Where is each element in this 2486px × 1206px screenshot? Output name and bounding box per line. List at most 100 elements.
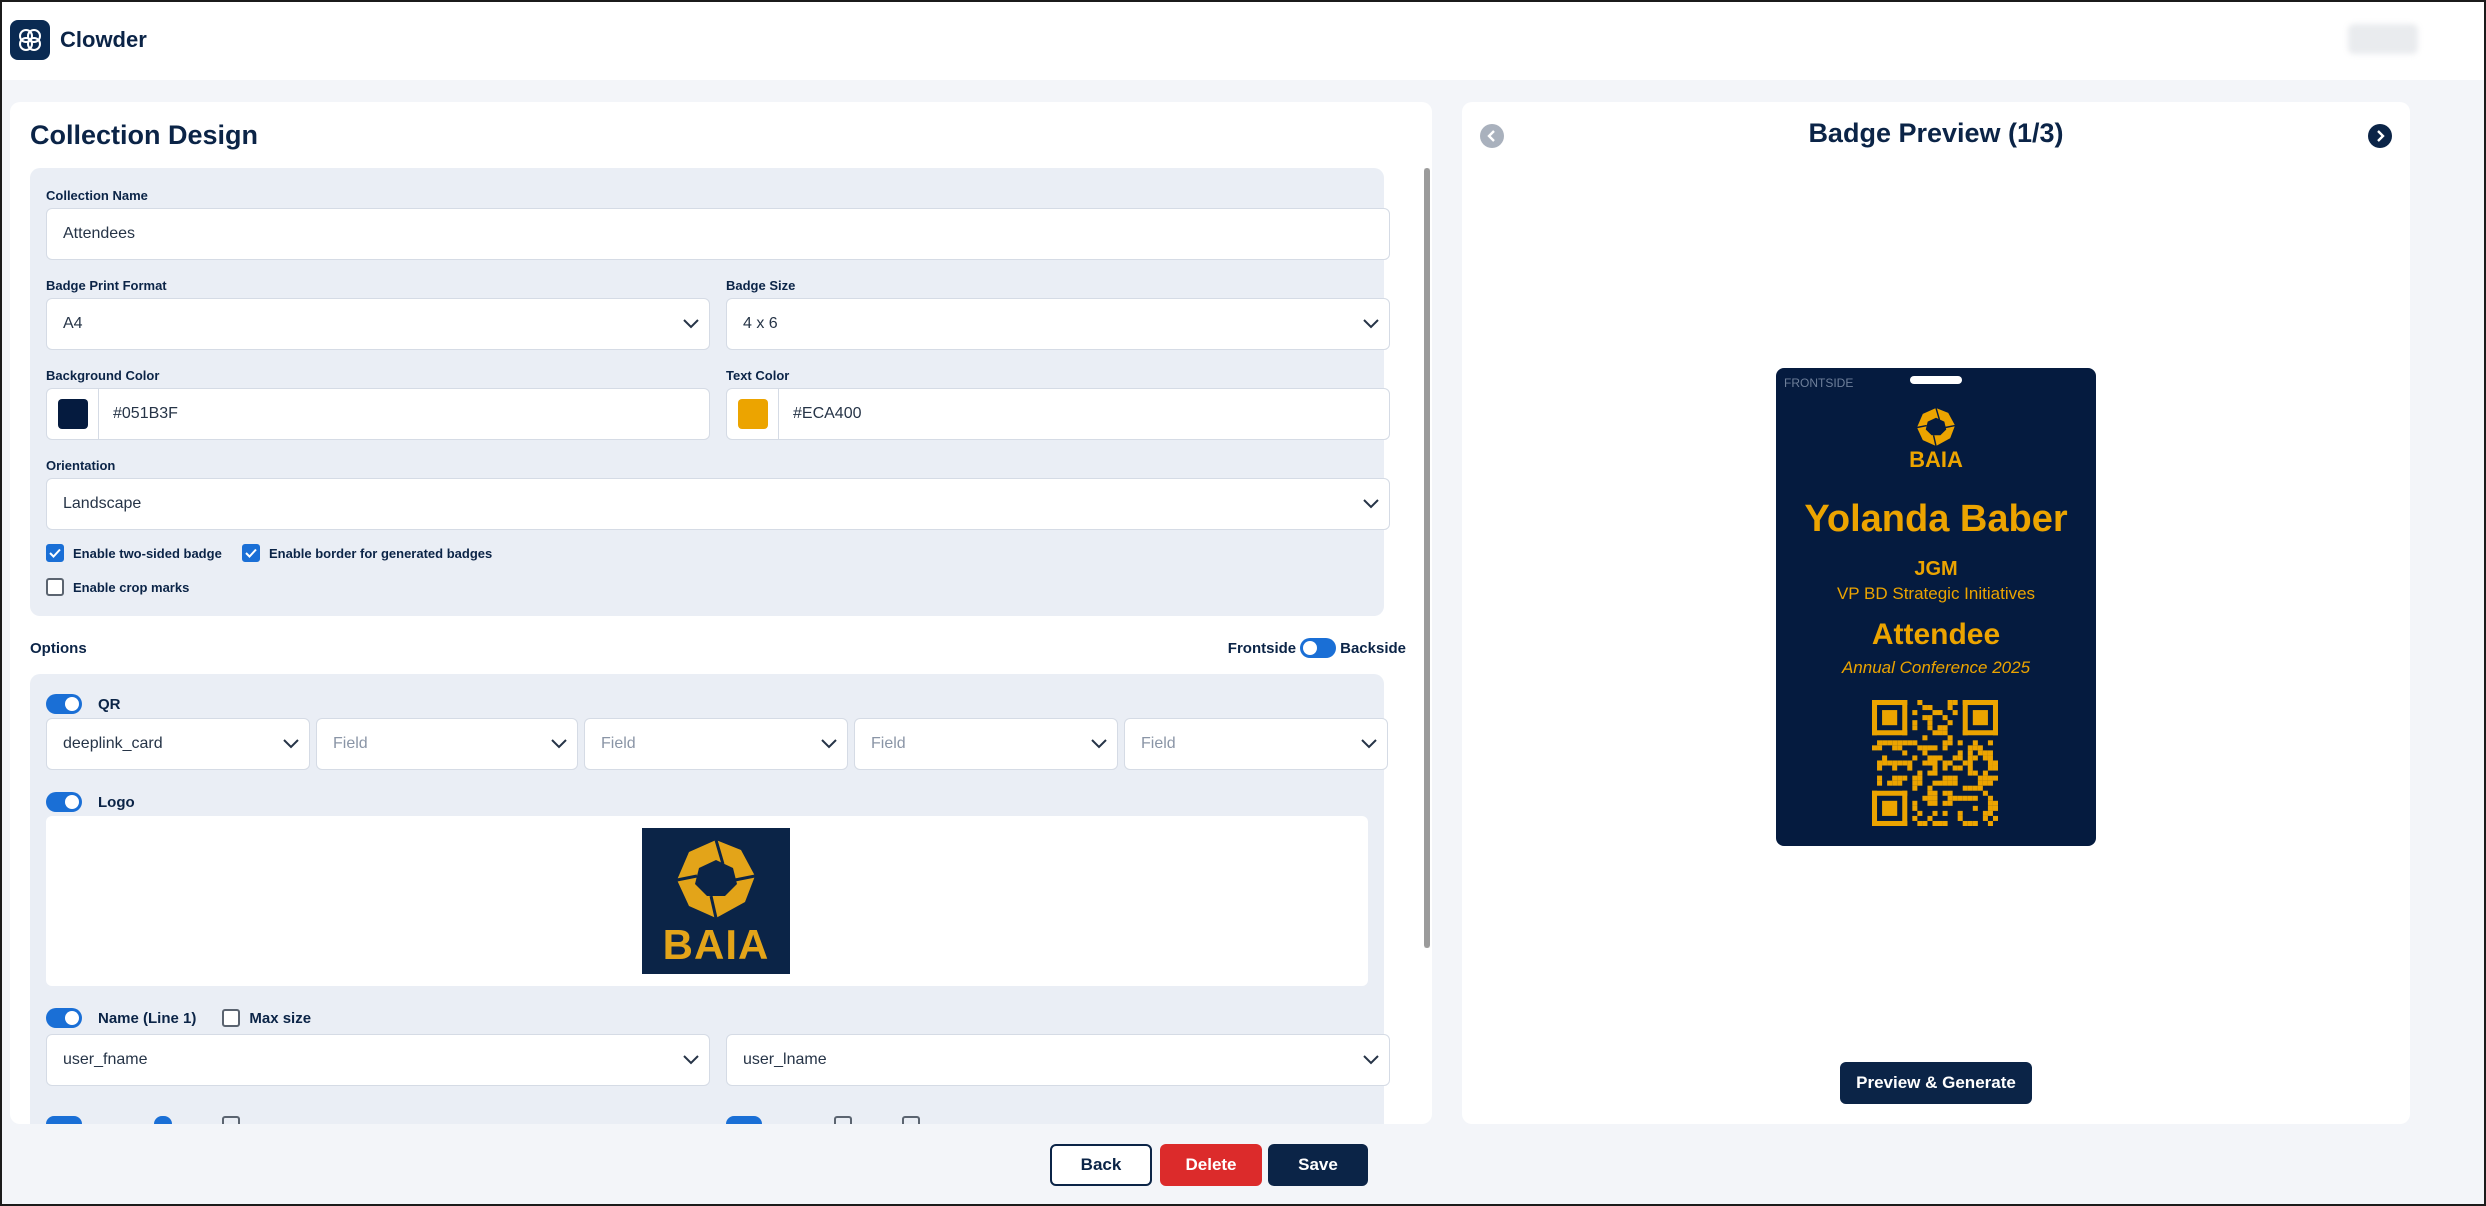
badge-role: Attendee	[1871, 618, 2001, 651]
baia-emblem-icon	[1916, 407, 1956, 447]
collection-name-input[interactable]: Attendees	[46, 208, 1390, 260]
general-settings-section: Collection Name Attendees Badge Print Fo…	[30, 168, 1390, 616]
chevron-down-icon	[273, 739, 309, 749]
side-toggle[interactable]	[1300, 638, 1337, 658]
qr-field-3-value: Field	[601, 735, 636, 752]
qr-field-4-value: Field	[871, 735, 906, 752]
clowder-logo-icon	[10, 20, 50, 60]
orientation-value: Landscape	[63, 495, 142, 512]
print-format-select[interactable]: A4	[46, 298, 710, 350]
name-first-field-select[interactable]: user_fname	[46, 1034, 710, 1086]
badge-size-select[interactable]: 4 x 6	[726, 298, 1390, 350]
frontside-label: Frontside	[1227, 639, 1297, 657]
chevron-right-icon	[2377, 130, 2385, 142]
chevron-down-icon	[1351, 739, 1387, 749]
backside-label: Backside	[1340, 639, 1406, 657]
next-checkbox-2[interactable]	[222, 1116, 240, 1124]
name-line1-toggle[interactable]	[46, 1008, 82, 1028]
background-color-label: Background Color	[46, 368, 160, 383]
logo-option: Logo	[46, 792, 135, 812]
save-button[interactable]: Save	[1268, 1144, 1368, 1186]
next-checkbox-3[interactable]	[834, 1116, 852, 1124]
back-button[interactable]: Back	[1050, 1144, 1152, 1186]
qr-option: QR	[46, 694, 121, 714]
badge-size-label: Badge Size	[726, 278, 796, 293]
next-checkbox-4[interactable]	[902, 1116, 920, 1124]
orientation-label: Orientation	[46, 458, 116, 473]
collection-name-value: Attendees	[63, 225, 136, 242]
two-sided-checkbox[interactable]: Enable two-sided badge	[46, 544, 222, 562]
chevron-down-icon	[1353, 1055, 1389, 1065]
badge-side-label: FRONTSIDE	[1784, 376, 1854, 390]
qr-field-1-select[interactable]: deeplink_card	[46, 718, 310, 770]
text-color-swatch	[737, 399, 768, 429]
text-color-value: #ECA400	[793, 405, 862, 422]
badge-preview-panel: Badge Preview (1/3) FRONTSIDE BAIA Yolan…	[1462, 102, 2410, 1124]
baia-logo-image: BAIA	[642, 828, 790, 974]
brand[interactable]: Clowder	[10, 20, 147, 60]
lanyard-slot	[1910, 376, 1962, 384]
baia-emblem-icon	[676, 839, 756, 919]
collection-design-panel: Collection Design Collection Name Attend…	[10, 102, 1432, 1124]
chevron-down-icon	[1081, 739, 1117, 749]
qr-toggle[interactable]	[46, 694, 82, 714]
background-color-value: #051B3F	[113, 405, 178, 422]
orientation-select[interactable]: Landscape	[46, 478, 1390, 530]
print-format-value: A4	[63, 315, 83, 332]
text-color-label: Text Color	[726, 368, 790, 383]
next-toggle-2[interactable]	[726, 1116, 762, 1124]
badge-company: JGM	[1914, 558, 1958, 580]
qr-field-2-select[interactable]: Field	[316, 718, 578, 770]
crop-marks-checkbox[interactable]: Enable crop marks	[46, 578, 189, 596]
badge-card: FRONTSIDE BAIA Yolanda Baber JGM VP BD S…	[1776, 368, 2096, 846]
next-checkbox[interactable]	[154, 1116, 172, 1124]
logo-upload-area[interactable]: BAIA	[46, 816, 1368, 986]
chevron-down-icon	[673, 1055, 709, 1065]
options-section: QR deeplink_card Field Field Field Field…	[30, 674, 1390, 1124]
badge-event: Annual Conference 2025	[1841, 658, 2031, 677]
name-line1-label: Name (Line 1)	[98, 1009, 197, 1027]
qr-field-5-select[interactable]: Field	[1124, 718, 1388, 770]
checkbox-unchecked-icon[interactable]	[46, 578, 64, 596]
preview-generate-button[interactable]: Preview & Generate	[1840, 1062, 2032, 1104]
border-checkbox[interactable]: Enable border for generated badges	[242, 544, 492, 562]
print-format-label: Badge Print Format	[46, 278, 167, 293]
prev-badge-button[interactable]	[1480, 124, 1504, 148]
user-menu[interactable]	[2348, 24, 2418, 54]
chevron-down-icon	[811, 739, 847, 749]
qr-field-1-value: deeplink_card	[63, 735, 163, 752]
preview-title: Badge Preview (1/3)	[1808, 118, 2064, 148]
name-first-field-value: user_fname	[63, 1051, 148, 1068]
text-color-input[interactable]: #ECA400	[726, 388, 1390, 440]
app-header: Clowder	[2, 2, 2484, 80]
crop-marks-label: Enable crop marks	[73, 579, 190, 595]
max-size-checkbox[interactable]	[222, 1009, 241, 1027]
qr-field-2-value: Field	[333, 735, 368, 752]
background-color-input[interactable]: #051B3F	[46, 388, 710, 440]
checkbox-checked-icon[interactable]	[46, 544, 64, 562]
side-switch[interactable]: Frontside Backside	[1228, 638, 1406, 658]
logo-toggle[interactable]	[46, 792, 82, 812]
page-title: Collection Design	[30, 120, 259, 150]
qr-field-5-value: Field	[1141, 735, 1176, 752]
next-option-row-partial	[30, 1116, 1384, 1124]
background-color-swatch	[57, 399, 88, 429]
name-last-field-value: user_lname	[743, 1051, 827, 1068]
scrollbar-thumb[interactable]	[1424, 168, 1430, 948]
name-last-field-select[interactable]: user_lname	[726, 1034, 1390, 1086]
max-size-label: Max size	[249, 1009, 312, 1027]
qr-field-3-select[interactable]: Field	[584, 718, 848, 770]
background-color-picker[interactable]	[47, 389, 99, 439]
text-color-picker[interactable]	[727, 389, 779, 439]
qr-field-4-select[interactable]: Field	[854, 718, 1118, 770]
border-label: Enable border for generated badges	[269, 545, 493, 561]
delete-button[interactable]: Delete	[1160, 1144, 1262, 1186]
chevron-left-icon	[1487, 130, 1495, 142]
badge-logo: BAIA	[1776, 406, 2096, 471]
next-badge-button[interactable]	[2368, 124, 2392, 148]
chevron-down-icon	[673, 319, 709, 329]
collection-name-label: Collection Name	[46, 188, 148, 203]
next-toggle[interactable]	[46, 1116, 82, 1124]
checkbox-checked-icon[interactable]	[242, 544, 260, 562]
options-title: Options	[30, 640, 87, 657]
